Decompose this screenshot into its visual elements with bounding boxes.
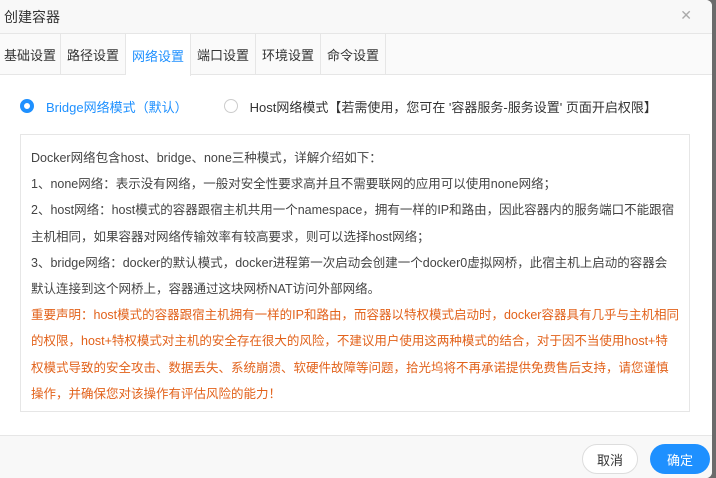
info-none: 1、none网络：表示没有网络，一般对安全性要求高并且不需要联网的应用可以使用n… [31, 177, 557, 192]
close-icon[interactable]: ✕ [680, 7, 692, 24]
network-mode-group: Bridge网络模式（默认） Host网络模式【若需使用，您可在 '容器服务-服… [0, 91, 712, 121]
radio-bridge[interactable]: Bridge网络模式（默认） [20, 97, 188, 116]
tab-port[interactable]: 端口设置 [191, 34, 256, 74]
dialog-title: 创建容器 [4, 8, 60, 25]
tab-env[interactable]: 环境设置 [256, 34, 321, 74]
create-container-dialog: 创建容器 ✕ 基础设置 路径设置 网络设置 端口设置 环境设置 命令设置 Bri… [0, 0, 712, 478]
cancel-button[interactable]: 取消 [582, 444, 638, 474]
confirm-button[interactable]: 确定 [650, 444, 710, 474]
tab-basic[interactable]: 基础设置 [0, 34, 61, 74]
radio-unchecked-icon [223, 99, 238, 113]
info-host: 2、host网络：host模式的容器跟宿主机共用一个namespace，拥有一样… [31, 203, 675, 244]
dialog-footer: 取消 确定 [0, 435, 712, 478]
tab-path[interactable]: 路径设置 [61, 34, 126, 74]
info-warning: 重要声明：host模式的容器跟宿主机拥有一样的IP和路由，而容器以特权模式启动时… [31, 308, 679, 401]
tab-command[interactable]: 命令设置 [321, 34, 386, 74]
radio-host[interactable]: Host网络模式【若需使用，您可在 '容器服务-服务设置' 页面开启权限】 [223, 97, 657, 116]
info-intro: Docker网络包含host、bridge、none三种模式，详解介绍如下： [31, 151, 382, 165]
radio-checked-icon [20, 99, 34, 113]
host-label: Host网络模式【若需使用，您可在 '容器服务-服务设置' 页面开启权限】 [249, 99, 657, 115]
tab-network[interactable]: 网络设置 [126, 34, 191, 76]
bridge-label: Bridge网络模式（默认） [46, 99, 188, 115]
dialog-header: 创建容器 [0, 0, 712, 34]
info-bridge: 3、bridge网络：docker的默认模式，docker进程第一次启动会创建一… [31, 255, 668, 297]
tab-bar: 基础设置 路径设置 网络设置 端口设置 环境设置 命令设置 [0, 34, 712, 76]
network-info-box: Docker网络包含host、bridge、none三种模式，详解介绍如下： 1… [20, 134, 690, 412]
